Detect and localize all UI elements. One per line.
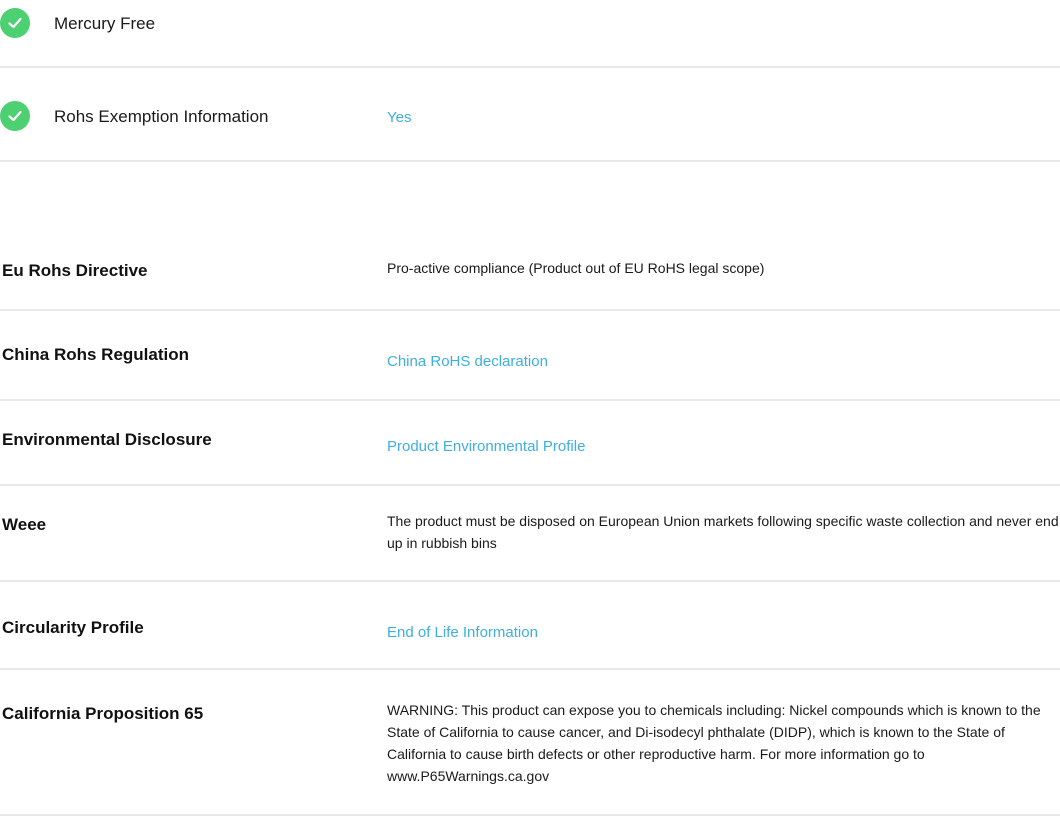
divider: [0, 309, 1060, 311]
divider: [0, 66, 1060, 68]
rohs-exemption-value-link[interactable]: Yes: [387, 109, 411, 126]
divider: [0, 160, 1060, 162]
spec-value-california-prop-65: WARNING: This product can expose you to …: [387, 702, 1041, 784]
china-rohs-declaration-link[interactable]: China RoHS declaration: [387, 353, 548, 370]
divider: [0, 580, 1060, 582]
feature-label-rohs-exemption: Rohs Exemption Information: [54, 107, 269, 126]
product-environmental-profile-link[interactable]: Product Environmental Profile: [387, 438, 585, 455]
check-circle-icon: [0, 101, 30, 131]
feature-label-mercury-free: Mercury Free: [54, 14, 156, 33]
spec-label-eu-rohs: Eu Rohs Directive: [2, 261, 148, 280]
spec-value-eu-rohs: Pro-active compliance (Product out of EU…: [387, 260, 765, 276]
divider: [0, 668, 1060, 670]
spec-label-california-prop-65: California Proposition 65: [2, 704, 204, 723]
spec-label-weee: Weee: [2, 515, 47, 534]
spec-label-china-rohs: China Rohs Regulation: [2, 345, 189, 364]
spec-value-weee: The product must be disposed on European…: [387, 513, 1059, 551]
feature-row-rohs-exemption: Rohs Exemption Information Yes: [0, 101, 1060, 131]
spec-label-environmental-disclosure: Environmental Disclosure: [2, 430, 212, 449]
spec-label-circularity-profile: Circularity Profile: [2, 618, 144, 637]
divider: [0, 484, 1060, 486]
divider: [0, 814, 1060, 816]
feature-row-mercury-free: Mercury Free: [0, 8, 1060, 38]
end-of-life-information-link[interactable]: End of Life Information: [387, 624, 538, 641]
check-circle-icon: [0, 8, 30, 38]
divider: [0, 399, 1060, 401]
